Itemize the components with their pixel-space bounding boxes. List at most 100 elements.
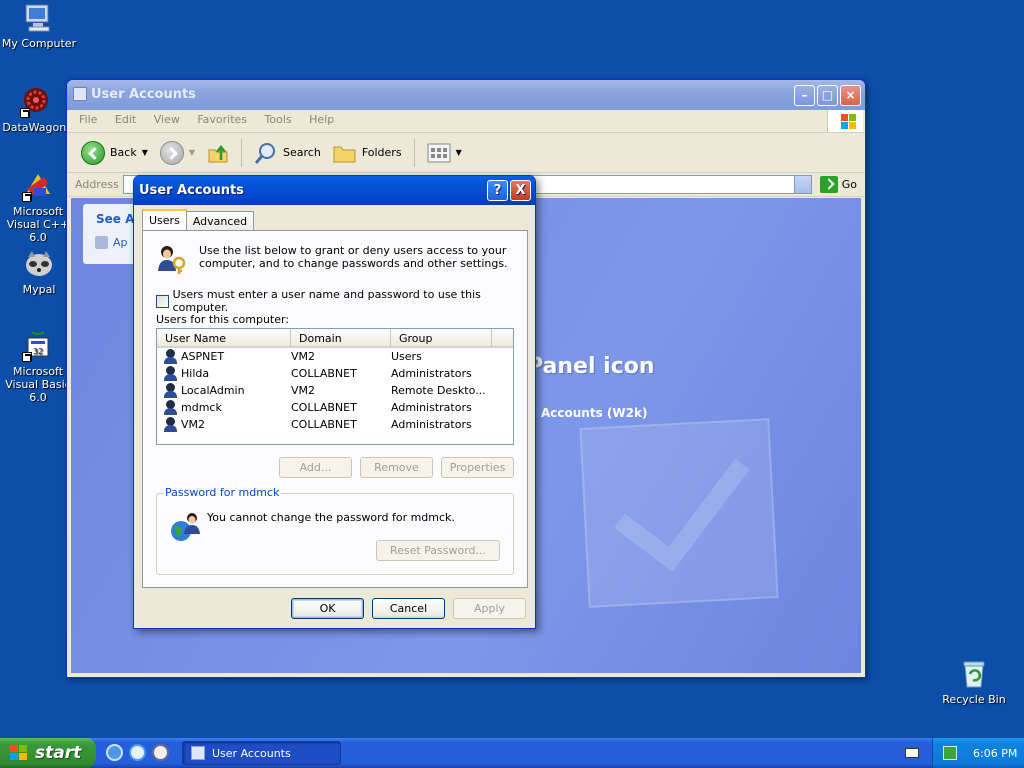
internet-explorer-icon[interactable]	[106, 744, 123, 761]
table-row[interactable]: mdmck COLLABNET Administrators	[157, 399, 513, 416]
menu-help[interactable]: Help	[309, 113, 334, 126]
column-header-user-name[interactable]: User Name	[157, 329, 291, 346]
tab-advanced[interactable]: Advanced	[185, 211, 255, 230]
domain-cell: COLLABNET	[291, 367, 357, 380]
views-grid-icon	[427, 143, 451, 162]
column-header-group[interactable]: Group	[391, 329, 492, 346]
dialog-close-button[interactable]: X	[510, 180, 531, 201]
network-icon[interactable]	[943, 746, 957, 760]
checkmark-watermark-icon	[579, 418, 779, 608]
shortcut-arrow-icon	[22, 352, 32, 362]
dialog-titlebar[interactable]: User Accounts ? X	[134, 176, 535, 205]
add-user-button[interactable]: Add...	[279, 457, 352, 478]
folders-label: Folders	[361, 146, 402, 159]
up-folder-button[interactable]	[203, 138, 233, 168]
menu-favorites[interactable]: Favorites	[197, 113, 247, 126]
clock[interactable]: 6:06 PM	[973, 747, 1017, 760]
windows-flag-icon	[10, 745, 27, 760]
desktop-icon-label: Microsoft Visual C++ 6.0	[6, 205, 70, 244]
quick-launch	[106, 744, 169, 761]
start-label: start	[35, 743, 82, 763]
listview-header: User Name Domain Group	[157, 329, 513, 348]
control-panel-icon	[191, 746, 205, 760]
go-button[interactable]: Go	[819, 176, 857, 193]
domain-cell: COLLABNET	[291, 401, 357, 414]
table-row[interactable]: Hilda COLLABNET Administrators	[157, 365, 513, 382]
apply-button[interactable]: Apply	[453, 598, 526, 619]
menu-file[interactable]: File	[79, 113, 97, 126]
address-label: Address	[75, 178, 119, 191]
keyboard-icon[interactable]	[905, 748, 919, 758]
views-button[interactable]: ▼	[423, 138, 466, 168]
user-name-text: Hilda	[181, 367, 210, 380]
desktop-icon-my-computer[interactable]: My Computer	[0, 2, 78, 50]
require-login-row[interactable]: Users must enter a user name and passwor…	[156, 288, 527, 314]
forward-arrow-icon	[159, 140, 184, 165]
minimize-button[interactable]: –	[794, 85, 815, 106]
user-accounts-dialog: User Accounts ? X Users Advanced Use the…	[133, 175, 536, 629]
menu-view[interactable]: View	[154, 113, 180, 126]
outlook-express-icon[interactable]	[129, 744, 146, 761]
desktop-icon-datawagon[interactable]: DataWagon.	[0, 86, 75, 134]
ok-button[interactable]: OK	[291, 598, 364, 619]
domain-cell: COLLABNET	[291, 418, 357, 431]
taskbar-button-user-accounts[interactable]: User Accounts	[182, 741, 341, 765]
user-name-cell: mdmck	[157, 400, 291, 415]
content-subheading: Accounts (W2k)	[541, 406, 648, 420]
tab-users[interactable]: Users	[142, 209, 187, 230]
folder-icon	[333, 146, 356, 162]
system-tray: 6:06 PM	[932, 738, 1024, 768]
chevron-down-icon[interactable]: ▼	[456, 148, 462, 157]
table-row[interactable]: ASPNET VM2 Users	[157, 348, 513, 365]
visual-cpp-icon	[22, 170, 54, 202]
help-button[interactable]: ?	[487, 180, 508, 201]
svg-text:32: 32	[33, 347, 43, 356]
chevron-down-icon[interactable]: ▼	[189, 148, 195, 157]
start-button[interactable]: start	[0, 738, 96, 768]
users-keys-icon	[158, 246, 186, 274]
search-icon	[254, 142, 276, 164]
recycle-bin-icon	[958, 658, 990, 690]
require-login-checkbox[interactable]	[156, 294, 169, 308]
group-cell: Administrators	[391, 418, 472, 431]
table-row[interactable]: LocalAdmin VM2 Remote Deskto...	[157, 382, 513, 399]
explorer-title: User Accounts	[91, 87, 196, 102]
domain-cell: VM2	[291, 384, 316, 397]
user-icon	[163, 349, 179, 364]
menu-tools[interactable]: Tools	[265, 113, 292, 126]
dialog-body: Users Advanced Use the list below to gra…	[137, 205, 532, 625]
table-row[interactable]: VM2 COLLABNET Administrators	[157, 416, 513, 433]
datawagon-icon	[20, 86, 52, 118]
chevron-down-icon[interactable]: ▼	[142, 148, 148, 157]
back-arrow-icon	[81, 140, 105, 165]
media-player-icon[interactable]	[152, 744, 169, 761]
taskbar-button-label: User Accounts	[212, 746, 291, 760]
user-name-cell: VM2	[157, 417, 291, 432]
column-header-domain[interactable]: Domain	[291, 329, 391, 346]
properties-button[interactable]: Properties	[441, 457, 514, 478]
require-login-label: Users must enter a user name and passwor…	[172, 288, 481, 314]
user-name-cell: LocalAdmin	[157, 383, 291, 398]
maximize-button[interactable]: □	[817, 85, 838, 106]
cancel-button[interactable]: Cancel	[372, 598, 445, 619]
remove-user-button[interactable]: Remove	[360, 457, 433, 478]
desktop-icon-recycle-bin[interactable]: Recycle Bin	[935, 658, 1013, 706]
user-icon	[163, 366, 179, 381]
explorer-titlebar[interactable]: User Accounts – □ ×	[67, 80, 865, 110]
menu-edit[interactable]: Edit	[115, 113, 136, 126]
desktop-icon-label: Recycle Bin	[942, 693, 1006, 706]
chevron-down-icon[interactable]	[793, 176, 811, 193]
search-button[interactable]: Search	[250, 138, 325, 168]
users-list-label: Users for this computer:	[156, 313, 290, 326]
close-button[interactable]: ×	[840, 85, 861, 106]
toolbar-separator	[241, 138, 243, 167]
desktop-icon-label: My Computer	[1, 37, 77, 50]
menu-bar: File Edit View Favorites Tools Help	[67, 110, 865, 133]
user-name-text: mdmck	[181, 401, 222, 414]
back-button[interactable]: Back ▼	[77, 138, 152, 168]
reset-password-button[interactable]: Reset Password...	[376, 540, 500, 561]
up-folder-icon	[208, 144, 228, 162]
folders-button[interactable]: Folders	[329, 138, 406, 168]
users-listview[interactable]: User Name Domain Group ASPNET VM2 Users …	[156, 328, 514, 445]
forward-button[interactable]: ▼	[156, 138, 199, 168]
